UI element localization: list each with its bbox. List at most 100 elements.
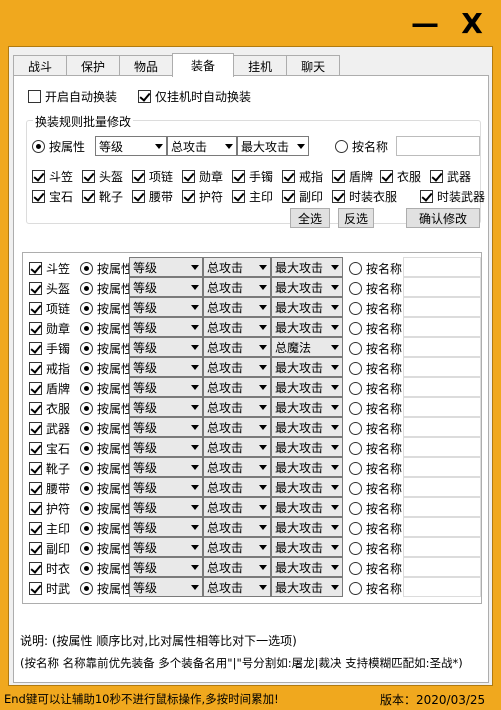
tab-3[interactable]: 装备 (172, 53, 235, 77)
rule-slot-checkbox[interactable] (29, 402, 42, 415)
rule-by-attr-radio[interactable] (80, 302, 93, 315)
rule-by-name-radio[interactable] (349, 382, 362, 395)
batch-slot-checkbox[interactable] (332, 170, 345, 183)
rule-slot-checkbox[interactable] (29, 262, 42, 275)
batch-slot-checkbox[interactable] (282, 170, 295, 183)
rule-name-input[interactable] (403, 577, 481, 597)
rule-by-attr-radio[interactable] (80, 342, 93, 355)
rule-name-input[interactable] (403, 437, 481, 457)
rule-select-2[interactable]: 总攻击 (203, 357, 271, 377)
rule-select-3[interactable]: 最大攻击 (271, 417, 343, 437)
rule-by-name-option[interactable]: 按名称 (349, 320, 402, 337)
rule-by-attr-option[interactable]: 按属性 (80, 260, 133, 277)
rule-by-attr-option[interactable]: 按属性 (80, 520, 133, 537)
rule-select-3[interactable]: 最大攻击 (271, 577, 343, 597)
rule-by-name-option[interactable]: 按名称 (349, 420, 402, 437)
rule-by-attr-option[interactable]: 按属性 (80, 340, 133, 357)
rule-select-1[interactable]: 等级 (129, 517, 203, 537)
invert-selection-button[interactable]: 反选 (338, 208, 374, 228)
rule-by-name-radio[interactable] (349, 402, 362, 415)
rule-name-input[interactable] (403, 517, 481, 537)
rule-select-1[interactable]: 等级 (129, 577, 203, 597)
rule-name-input[interactable] (403, 317, 481, 337)
rule-by-attr-radio[interactable] (80, 422, 93, 435)
rule-name-input[interactable] (403, 457, 481, 477)
batch-by-attr-option[interactable]: 按属性 (32, 138, 85, 155)
batch-name-input[interactable] (396, 136, 480, 156)
rule-select-3[interactable]: 最大攻击 (271, 477, 343, 497)
rule-slot-checkbox[interactable] (29, 322, 42, 335)
rule-select-1[interactable]: 等级 (129, 497, 203, 517)
rule-select-1[interactable]: 等级 (129, 257, 203, 277)
batch-slot-item[interactable]: 衣服 (380, 168, 421, 185)
rule-select-3[interactable]: 最大攻击 (271, 517, 343, 537)
rule-by-attr-option[interactable]: 按属性 (80, 540, 133, 557)
rule-slot-option[interactable]: 手镯 (29, 340, 70, 357)
rule-by-attr-radio[interactable] (80, 442, 93, 455)
rule-name-input[interactable] (403, 557, 481, 577)
rule-select-1[interactable]: 等级 (129, 297, 203, 317)
rule-select-1[interactable]: 等级 (129, 357, 203, 377)
rule-slot-checkbox[interactable] (29, 482, 42, 495)
rule-slot-checkbox[interactable] (29, 282, 42, 295)
rule-select-1[interactable]: 等级 (129, 277, 203, 297)
rule-by-attr-option[interactable]: 按属性 (80, 460, 133, 477)
rule-slot-option[interactable]: 头盔 (29, 280, 70, 297)
rule-name-input[interactable] (403, 497, 481, 517)
batch-slot-checkbox[interactable] (32, 190, 45, 203)
rule-by-name-option[interactable]: 按名称 (349, 520, 402, 537)
rule-slot-option[interactable]: 宝石 (29, 440, 70, 457)
rule-select-1[interactable]: 等级 (129, 557, 203, 577)
rule-name-input[interactable] (403, 417, 481, 437)
rule-by-name-option[interactable]: 按名称 (349, 580, 402, 597)
rule-by-name-radio[interactable] (349, 282, 362, 295)
rule-slot-checkbox[interactable] (29, 562, 42, 575)
rule-by-name-radio[interactable] (349, 342, 362, 355)
rule-by-name-option[interactable]: 按名称 (349, 260, 402, 277)
batch-slot-item[interactable]: 勋章 (182, 168, 223, 185)
confirm-modify-button[interactable]: 确认修改 (406, 208, 480, 228)
rule-by-name-option[interactable]: 按名称 (349, 540, 402, 557)
rule-by-attr-radio[interactable] (80, 462, 93, 475)
rule-by-name-radio[interactable] (349, 462, 362, 475)
rule-by-name-radio[interactable] (349, 422, 362, 435)
only-afk-option[interactable]: 仅挂机时自动换装 (138, 88, 251, 105)
rule-slot-option[interactable]: 副印 (29, 540, 70, 557)
rule-by-attr-radio[interactable] (80, 582, 93, 595)
rule-select-3[interactable]: 总魔法 (271, 337, 343, 357)
rule-slot-checkbox[interactable] (29, 422, 42, 435)
auto-equip-option[interactable]: 开启自动换装 (28, 88, 117, 105)
rule-name-input[interactable] (403, 477, 481, 497)
rule-name-input[interactable] (403, 337, 481, 357)
rule-select-2[interactable]: 总攻击 (203, 317, 271, 337)
batch-slot-item[interactable]: 斗笠 (32, 168, 73, 185)
rule-select-3[interactable]: 最大攻击 (271, 537, 343, 557)
rule-by-name-radio[interactable] (349, 502, 362, 515)
rule-by-attr-radio[interactable] (80, 502, 93, 515)
only-afk-checkbox[interactable] (138, 90, 151, 103)
rule-slot-option[interactable]: 戒指 (29, 360, 70, 377)
batch-slot-checkbox[interactable] (232, 190, 245, 203)
batch-slot-item[interactable]: 时装武器 (420, 188, 485, 205)
rule-select-1[interactable]: 等级 (129, 377, 203, 397)
batch-slot-item[interactable]: 头盔 (82, 168, 123, 185)
rule-name-input[interactable] (403, 297, 481, 317)
rule-slot-checkbox[interactable] (29, 302, 42, 315)
rule-select-2[interactable]: 总攻击 (203, 277, 271, 297)
rule-by-name-radio[interactable] (349, 542, 362, 555)
rule-by-attr-radio[interactable] (80, 382, 93, 395)
rule-by-name-option[interactable]: 按名称 (349, 440, 402, 457)
rule-slot-checkbox[interactable] (29, 582, 42, 595)
batch-slot-checkbox[interactable] (132, 170, 145, 183)
rule-select-2[interactable]: 总攻击 (203, 417, 271, 437)
batch-select-3[interactable]: 最大攻击 (237, 136, 309, 156)
rule-slot-option[interactable]: 衣服 (29, 400, 70, 417)
rule-select-1[interactable]: 等级 (129, 337, 203, 357)
batch-slot-item[interactable]: 项链 (132, 168, 173, 185)
rule-by-name-option[interactable]: 按名称 (349, 480, 402, 497)
rule-select-3[interactable]: 最大攻击 (271, 357, 343, 377)
rule-by-name-radio[interactable] (349, 582, 362, 595)
rule-select-1[interactable]: 等级 (129, 537, 203, 557)
rule-by-name-option[interactable]: 按名称 (349, 300, 402, 317)
rule-by-name-option[interactable]: 按名称 (349, 380, 402, 397)
